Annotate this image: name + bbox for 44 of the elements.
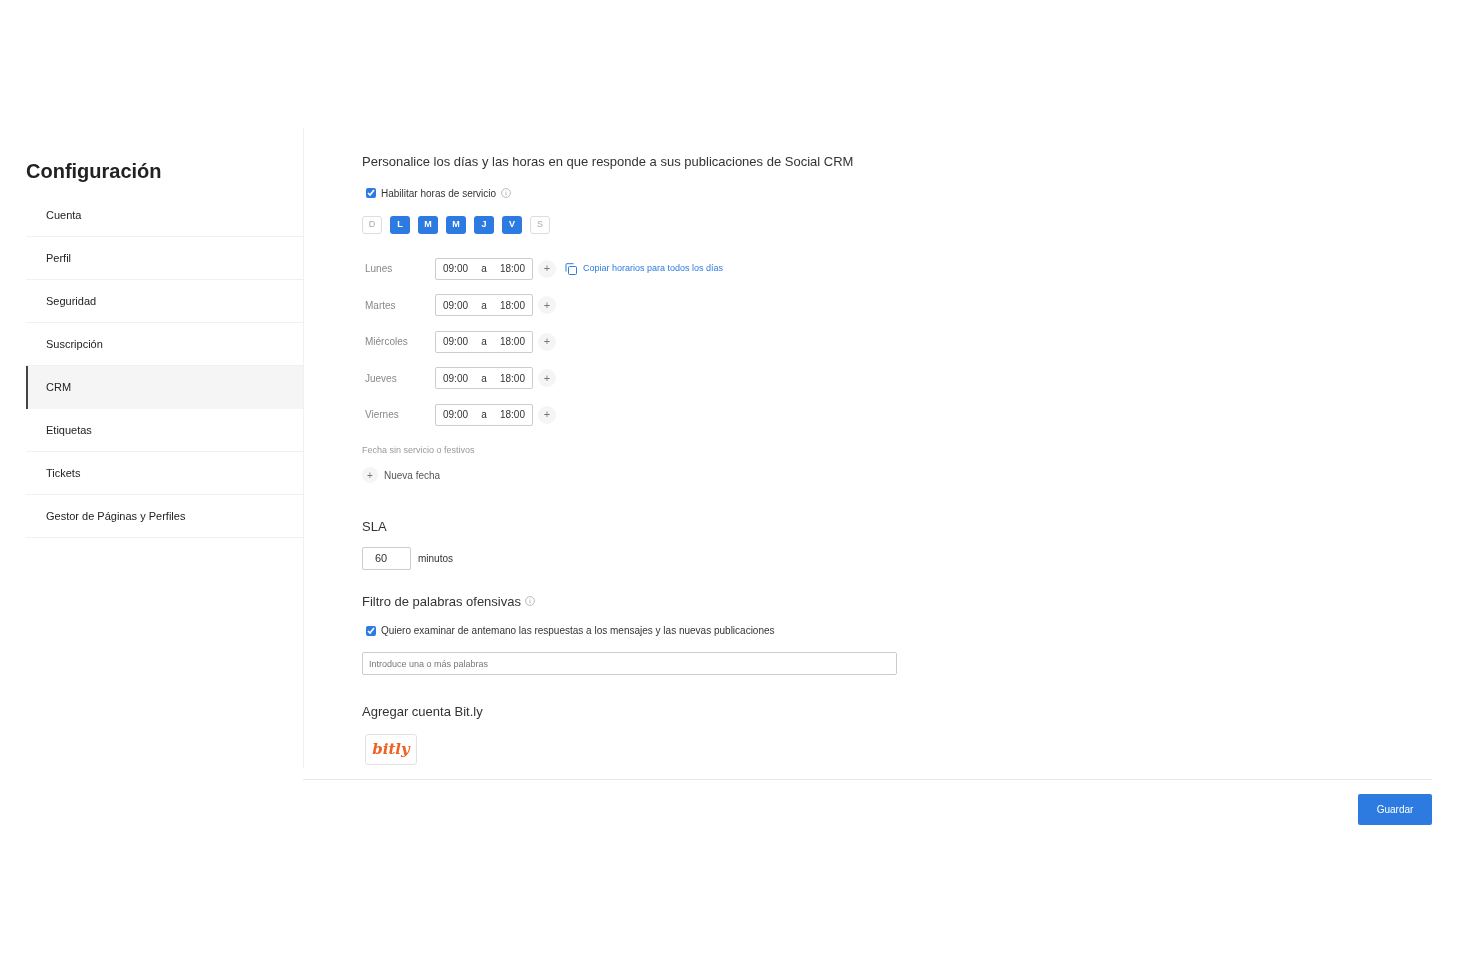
sidebar-title: Configuración	[26, 159, 163, 184]
time-range-field[interactable]: 09:00 a 18:00	[435, 257, 533, 280]
checkbox-label: Habilitar horas de servicio	[381, 186, 497, 201]
section-heading: Filtro de palabras ofensivas	[362, 592, 521, 611]
sidebar-item[interactable]: Etiquetas	[26, 409, 303, 452]
day-toggle[interactable]: L	[390, 215, 410, 234]
sidebar-item[interactable]: CRM	[26, 366, 303, 409]
day-label: Martes	[364, 298, 397, 313]
sidebar-item[interactable]: Tickets	[26, 452, 303, 495]
checkbox[interactable]	[366, 188, 376, 198]
sidebar-item[interactable]: Gestor de Páginas y Perfiles	[26, 495, 303, 538]
day-toggle[interactable]: J	[474, 215, 494, 234]
time-range-field[interactable]: 09:00 a 18:00	[435, 330, 533, 353]
new-date-button[interactable]: + Nueva fecha	[362, 467, 441, 483]
time-range-field[interactable]: 09:00 a 18:00	[435, 403, 533, 426]
checkbox[interactable]	[366, 625, 376, 636]
sidebar-item[interactable]: Cuenta	[26, 194, 303, 237]
copy-icon[interactable]	[565, 262, 577, 275]
section-heading: SLA	[362, 518, 388, 536]
add-button[interactable]: +	[538, 405, 556, 424]
day-toggle[interactable]: M	[418, 215, 438, 234]
sidebar-item[interactable]: Seguridad	[26, 280, 303, 323]
save-button[interactable]: Guardar	[1358, 794, 1432, 825]
time-range-field[interactable]: 09:00 a 18:00	[435, 367, 533, 389]
add-button[interactable]: +	[538, 369, 556, 387]
copy-link[interactable]: Copiar horarios para todos los días	[583, 261, 724, 276]
add-button[interactable]: +	[538, 259, 556, 278]
day-label: Lunes	[364, 262, 394, 276]
section-heading: Personalice los días y las horas en que responde a sus publicaciones de Social CRM	[362, 153, 855, 171]
day-label: Jueves	[364, 371, 398, 386]
day-toggle[interactable]: M	[446, 215, 466, 234]
input-field[interactable]: Introduce una o más palabras	[362, 652, 897, 675]
add-button[interactable]: +	[538, 296, 556, 314]
section-label: Fecha sin servicio o festivos	[362, 443, 476, 457]
checkbox-label: Quiero examinar de antemano las respuestas a los mensajes y las nuevas publicaciones	[381, 624, 775, 638]
input-field[interactable]: 60	[362, 546, 411, 570]
unit-label: minutos	[418, 551, 453, 566]
sidebar-item[interactable]: Perfil	[26, 237, 303, 280]
day-label: Miércoles	[364, 335, 409, 349]
add-button[interactable]: +	[538, 332, 556, 351]
day-toggle[interactable]: V	[502, 215, 522, 234]
day-label: Viernes	[364, 408, 400, 422]
section-heading: Agregar cuenta Bit.ly	[362, 703, 484, 721]
time-range-field[interactable]: 09:00 a 18:00	[435, 294, 533, 316]
